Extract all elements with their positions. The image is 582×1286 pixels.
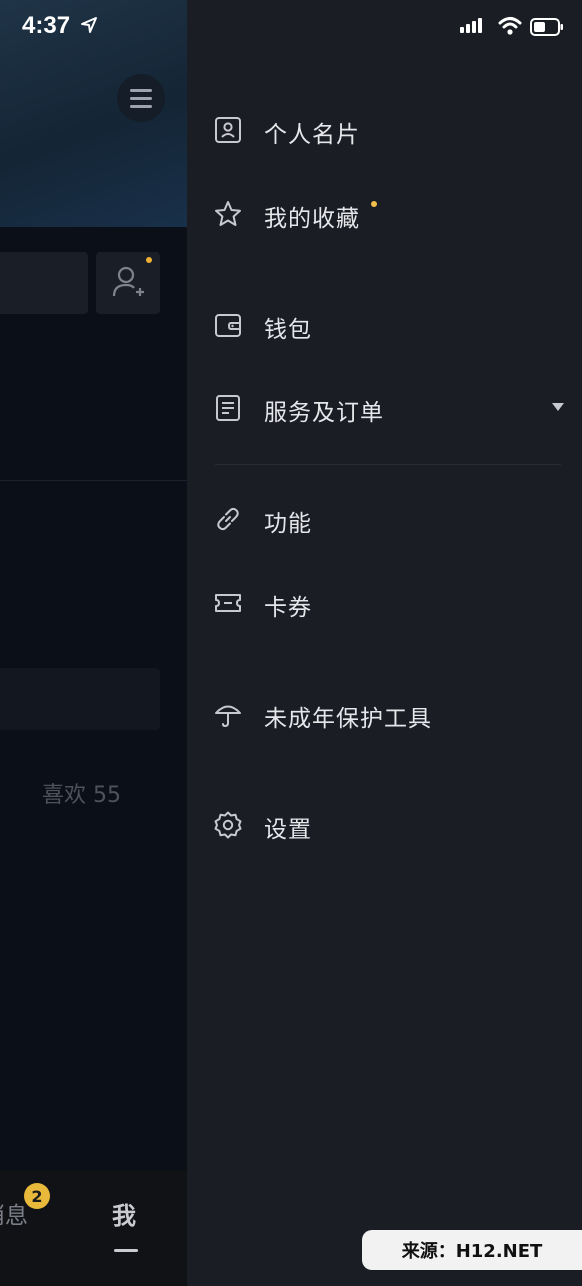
hamburger-icon: [130, 89, 152, 108]
status-bar: 4:37: [0, 0, 582, 56]
menu-button[interactable]: [117, 74, 165, 122]
menu-label: 个人名片: [264, 122, 360, 148]
caret-down-icon[interactable]: [551, 402, 565, 412]
notification-dot: [146, 257, 152, 263]
tab-messages[interactable]: 消息: [0, 1196, 28, 1230]
battery-icon: [530, 18, 563, 36]
menu-item-minor-protection[interactable]: 未成年保护工具: [187, 684, 582, 744]
menu-item-settings[interactable]: 设置: [187, 795, 582, 855]
gear-icon: [214, 811, 242, 839]
menu-item-features[interactable]: 功能: [187, 489, 582, 549]
menu-item-services-orders[interactable]: 服务及订单: [187, 378, 582, 438]
status-time: 4:37: [22, 12, 71, 39]
signal-icon: [460, 18, 482, 33]
menu-label: 我的收藏: [264, 206, 360, 232]
menu-item-favorites[interactable]: 我的收藏: [187, 184, 582, 244]
divider: [0, 480, 187, 481]
wallet-icon: [215, 314, 241, 337]
menu-label: 服务及订单: [264, 400, 384, 426]
menu-item-contact-card[interactable]: 个人名片: [187, 100, 582, 160]
umbrella-icon: [215, 705, 241, 728]
likes-tab[interactable]: 喜欢 55: [42, 777, 121, 809]
menu-label: 未成年保护工具: [264, 706, 432, 732]
tab-me[interactable]: 我: [112, 1196, 136, 1231]
menu-label: 钱包: [264, 317, 312, 343]
source-watermark: 来源：H12.NET: [362, 1230, 582, 1270]
menu-divider: [215, 464, 561, 465]
content-card[interactable]: [0, 668, 160, 730]
location-arrow-icon: [81, 17, 97, 33]
contact-card-icon: [215, 117, 241, 143]
menu-item-wallet[interactable]: 钱包: [187, 295, 582, 355]
menu-label: 卡券: [264, 595, 312, 621]
star-icon: [215, 201, 241, 226]
side-drawer: 个人名片 我的收藏 钱包 服务及订单 功能 卡券 未成年保护工具 设置: [187, 0, 582, 1286]
tab-active-indicator: [114, 1249, 138, 1252]
menu-label: 功能: [264, 511, 312, 537]
edit-profile-button[interactable]: [0, 252, 88, 314]
profile-page-background[interactable]: 喜欢 55 消息 2 我: [0, 0, 187, 1286]
new-indicator-dot: [371, 201, 377, 207]
wifi-icon: [498, 17, 522, 35]
menu-label: 设置: [264, 817, 312, 843]
document-icon: [216, 395, 240, 421]
link-icon: [217, 507, 239, 531]
ticket-icon: [215, 594, 241, 612]
menu-item-coupons[interactable]: 卡券: [187, 573, 582, 633]
messages-badge: 2: [24, 1183, 50, 1209]
